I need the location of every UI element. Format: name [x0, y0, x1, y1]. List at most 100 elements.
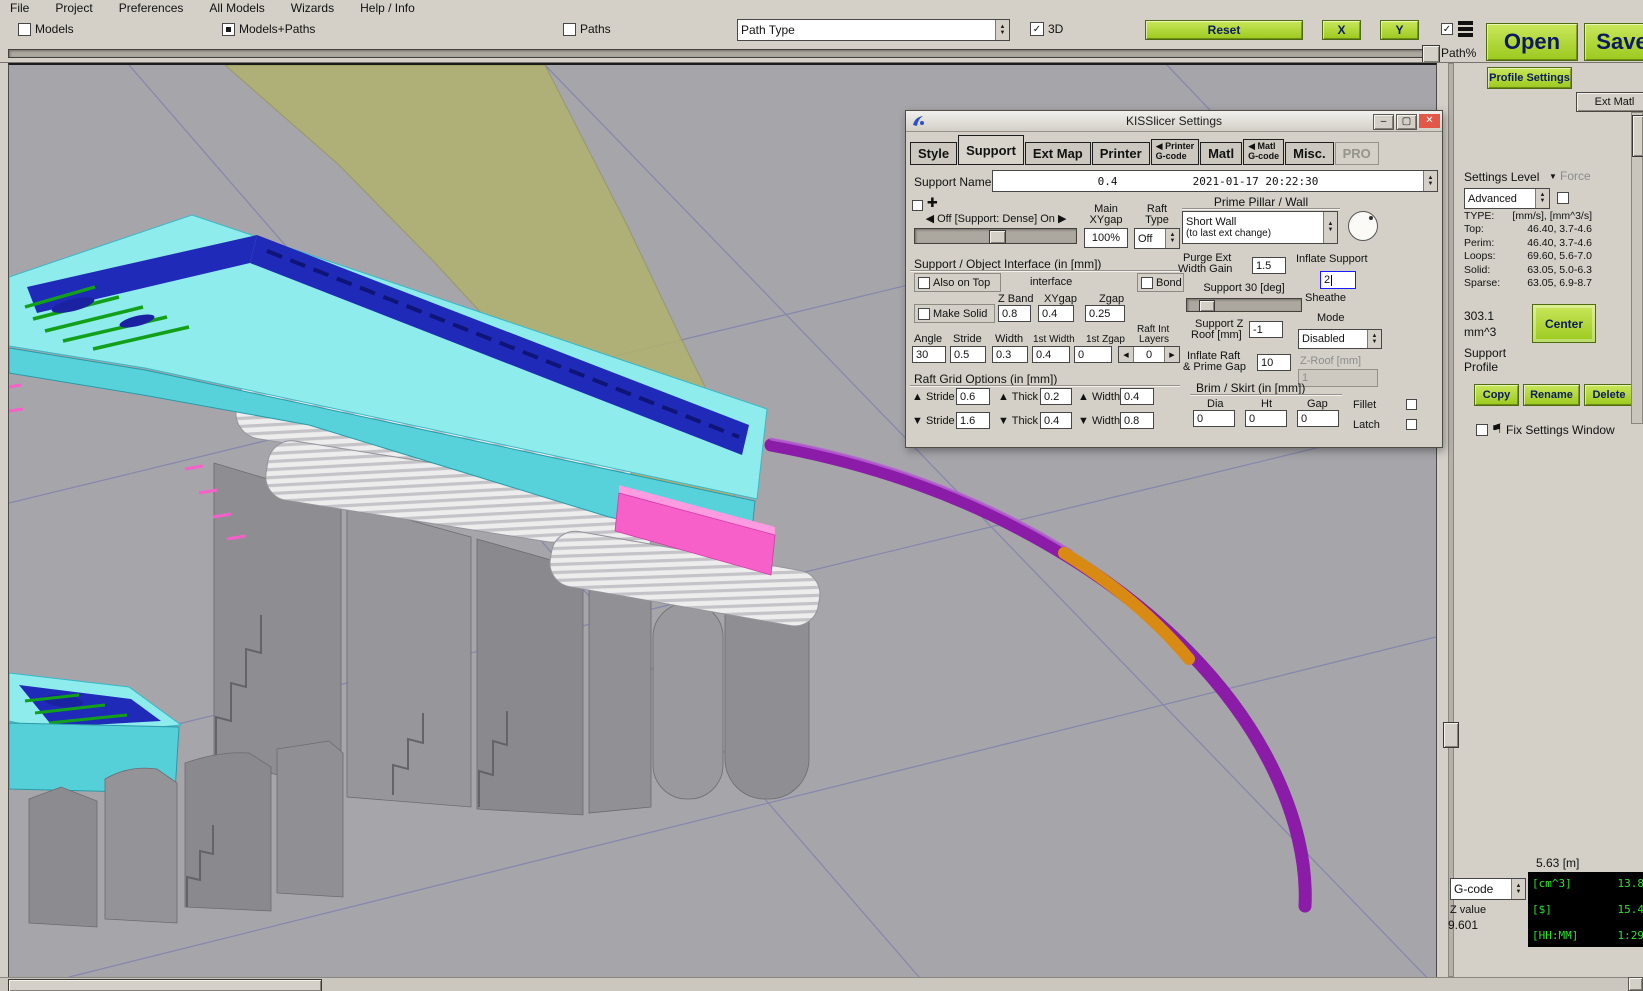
support-z-roof-field[interactable]: -1: [1249, 321, 1283, 338]
main-xygap-field[interactable]: 100%: [1084, 228, 1128, 248]
tab-matl[interactable]: Matl: [1200, 142, 1242, 165]
menu-all-models[interactable]: All Models: [209, 1, 264, 15]
x-view-button[interactable]: X: [1322, 20, 1361, 40]
panel-scrollbar-thumb[interactable]: [1632, 115, 1643, 157]
view-mode-models-paths[interactable]: Models+Paths: [222, 22, 315, 36]
bond-toggle[interactable]: Bond: [1137, 273, 1184, 292]
open-button[interactable]: Open: [1486, 23, 1578, 61]
gap-field[interactable]: 0: [1297, 410, 1339, 427]
tab-style[interactable]: Style: [910, 142, 957, 165]
z-band-field[interactable]: 0.8: [998, 305, 1031, 322]
prime-pillar-select[interactable]: Short Wall (to last ext change) ▲▼: [1182, 211, 1338, 244]
sheathe-mode-select[interactable]: Disabled ▲▼: [1298, 329, 1382, 349]
3d-checkbox[interactable]: ✓: [1030, 22, 1044, 36]
ht-field[interactable]: 0: [1245, 410, 1287, 427]
latch-checkbox[interactable]: [1406, 419, 1417, 430]
view-mode-paths[interactable]: Paths: [563, 22, 611, 36]
close-icon[interactable]: ✕: [1419, 114, 1440, 128]
radio-paths[interactable]: [563, 23, 576, 36]
horizontal-scrollbar[interactable]: [0, 977, 1643, 991]
save-button[interactable]: Save: [1584, 23, 1643, 61]
copy-profile-button[interactable]: Copy: [1474, 384, 1519, 406]
xygap-field[interactable]: 0.4: [1038, 305, 1074, 322]
updown-arrows-icon[interactable]: ▲▼: [1511, 879, 1525, 899]
purge-width-gain-field[interactable]: 1.5: [1252, 257, 1286, 274]
updown-arrows-icon[interactable]: ▲▼: [1165, 229, 1179, 248]
raft-type-select[interactable]: Off ▲▼: [1134, 228, 1180, 249]
zgap-field[interactable]: 0.25: [1085, 305, 1125, 322]
path-percent-slider[interactable]: [8, 49, 1438, 58]
fix-settings-window-checkbox[interactable]: [1476, 424, 1488, 436]
path-percent-slider-thumb[interactable]: [1422, 45, 1440, 63]
radio-models[interactable]: [18, 23, 31, 36]
layer-stack-icon[interactable]: [1457, 20, 1474, 39]
dialog-titlebar[interactable]: KISSlicer Settings – ▢ ✕: [906, 111, 1442, 132]
support-deg-slider-thumb[interactable]: [1199, 300, 1215, 312]
raft-int-layers-stepper[interactable]: ◀ 0 ▶: [1118, 346, 1180, 363]
z-slider-track[interactable]: [1448, 63, 1454, 977]
view-mode-models[interactable]: Models: [18, 22, 74, 36]
also-on-top-checkbox[interactable]: [918, 277, 930, 289]
ext-matl-button[interactable]: Ext Matl: [1576, 92, 1643, 112]
radio-models-paths[interactable]: [222, 23, 235, 36]
3d-toggle[interactable]: ✓ 3D: [1030, 22, 1063, 36]
down-stride-field[interactable]: 1.6: [956, 412, 990, 429]
force-checkbox[interactable]: [1557, 192, 1569, 204]
menu-file[interactable]: File: [10, 1, 29, 15]
make-solid-toggle[interactable]: Make Solid: [914, 304, 995, 323]
profile-extra-checkbox[interactable]: [912, 200, 923, 211]
fillet-checkbox[interactable]: [1406, 399, 1417, 410]
tab-printer-gcode[interactable]: ◀ PrinterG-code: [1151, 139, 1199, 165]
maximize-icon[interactable]: ▢: [1396, 114, 1417, 130]
add-profile-icon[interactable]: ✚: [927, 195, 938, 211]
menu-help-info[interactable]: Help / Info: [360, 1, 415, 15]
profile-settings-button[interactable]: Profile Settings: [1487, 67, 1572, 89]
tab-support[interactable]: Support: [958, 135, 1024, 165]
up-width-field[interactable]: 0.4: [1120, 388, 1154, 405]
center-button[interactable]: Center: [1532, 304, 1596, 343]
inflate-raft-field[interactable]: 10: [1257, 354, 1291, 371]
tab-ext-map[interactable]: Ext Map: [1025, 142, 1091, 165]
support-density-slider-thumb[interactable]: [989, 230, 1006, 244]
toolbar-right-checkbox[interactable]: ✓: [1441, 23, 1453, 35]
support-profile-select[interactable]: 0.4 2021-01-17 20:22:30 ▲▼: [992, 170, 1438, 192]
z-slider-thumb[interactable]: [1443, 722, 1459, 748]
updown-arrows-icon[interactable]: ▲▼: [1423, 171, 1437, 191]
updown-arrows-icon[interactable]: ▲▼: [1535, 189, 1549, 208]
up-thick-field[interactable]: 0.2: [1040, 388, 1072, 405]
path-type-select[interactable]: Path Type ▲▼: [737, 19, 1010, 41]
horizontal-scrollbar-thumb[interactable]: [8, 979, 322, 991]
increment-icon[interactable]: ▶: [1164, 347, 1179, 362]
menu-wizards[interactable]: Wizards: [291, 1, 334, 15]
updown-arrows-icon[interactable]: ▲▼: [995, 20, 1009, 40]
down-width-field[interactable]: 0.8: [1120, 412, 1154, 429]
menu-preferences[interactable]: Preferences: [119, 1, 184, 15]
first-width-field[interactable]: 0.4: [1032, 346, 1070, 363]
bond-checkbox[interactable]: [1141, 277, 1153, 289]
updown-arrows-icon[interactable]: ▲▼: [1367, 330, 1381, 348]
tab-matl-gcode[interactable]: ◀ MatlG-code: [1243, 139, 1284, 165]
also-on-top-toggle[interactable]: Also on Top: [914, 273, 1001, 292]
up-stride-field[interactable]: 0.6: [956, 388, 990, 405]
decrement-icon[interactable]: ◀: [1119, 347, 1134, 362]
down-thick-field[interactable]: 0.4: [1040, 412, 1072, 429]
first-zgap-field[interactable]: 0: [1074, 346, 1112, 363]
menu-project[interactable]: Project: [55, 1, 92, 15]
rename-profile-button[interactable]: Rename: [1523, 384, 1580, 406]
make-solid-checkbox[interactable]: [918, 308, 930, 320]
settings-level-select[interactable]: Advanced ▲▼: [1464, 188, 1550, 209]
y-view-button[interactable]: Y: [1380, 20, 1419, 40]
inflate-support-field[interactable]: 2: [1320, 271, 1356, 289]
stride-field[interactable]: 0.5: [950, 346, 986, 363]
gcode-select[interactable]: G-code ▲▼: [1450, 878, 1526, 900]
support-deg-slider[interactable]: [1186, 298, 1302, 312]
dia-field[interactable]: 0: [1193, 410, 1235, 427]
tab-pro[interactable]: PRO: [1335, 142, 1379, 165]
updown-arrows-icon[interactable]: ▲▼: [1323, 212, 1337, 243]
delete-profile-button[interactable]: Delete: [1584, 384, 1634, 406]
minimize-icon[interactable]: –: [1373, 114, 1394, 130]
tab-misc[interactable]: Misc.: [1285, 142, 1334, 165]
panel-scrollbar[interactable]: [1631, 112, 1643, 424]
angle-field[interactable]: 30: [912, 346, 946, 363]
width-field[interactable]: 0.3: [992, 346, 1028, 363]
